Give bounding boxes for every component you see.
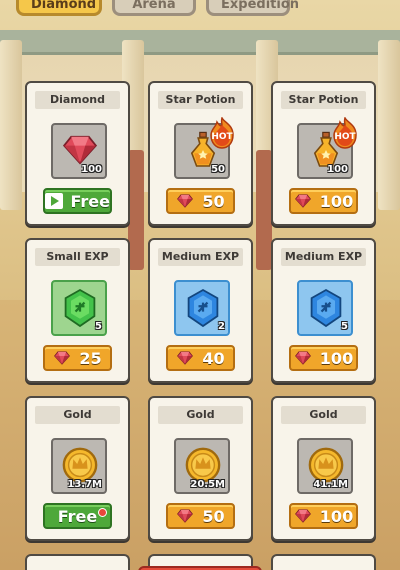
shop-card-diamond: Diamond 100 Free (25, 81, 130, 226)
background-column (378, 40, 400, 210)
card-title: Medium EXP (158, 248, 243, 266)
item-slot: 5 (51, 280, 107, 336)
tab-expedition[interactable]: Expedition (206, 0, 299, 16)
buy-button[interactable]: 50 (166, 503, 235, 529)
price-label: 100 (319, 348, 354, 368)
ruby-icon (53, 351, 71, 365)
button-label: Free (57, 506, 98, 526)
shop-card-gold: Gold 20.5M 50 (148, 396, 253, 541)
item-quantity: 13.7M (67, 479, 102, 490)
buy-button[interactable]: 25 (43, 345, 112, 371)
shop-card-medium-exp: Medium EXP 5 100 (271, 238, 376, 383)
item-quantity: 41.1M (313, 479, 348, 490)
shop-card-star-potion: Star Potion 50 HOT 50 (148, 81, 253, 226)
item-slot: 2 (174, 280, 230, 336)
item-slot: 13.7M (51, 438, 107, 494)
buy-button[interactable]: 50 (166, 188, 235, 214)
free-button[interactable]: Free (43, 503, 112, 529)
card-title: Star Potion (158, 91, 243, 109)
background-post (256, 150, 272, 270)
price-label: 100 (319, 506, 354, 526)
price-label: 100 (319, 191, 354, 211)
ruby-icon (176, 509, 194, 523)
item-quantity: 5 (95, 321, 102, 332)
card-title: Small EXP (35, 248, 120, 266)
tab-arena[interactable]: Arena (112, 0, 196, 16)
item-quantity: 5 (341, 321, 348, 332)
ruby-icon (294, 194, 312, 208)
hot-badge-label: HOT (334, 132, 356, 142)
shop-card-star-potion: Star Potion 100 HOT 100 (271, 81, 376, 226)
item-quantity: 2 (218, 321, 225, 332)
price-label: 50 (202, 191, 225, 211)
shop-card-gold: Gold 13.7M Free (25, 396, 130, 541)
shop-card-small-exp: Small EXP 5 25 (25, 238, 130, 383)
card-title: Gold (281, 406, 366, 424)
shop-card-gold: Gold 41.1M 100 (271, 396, 376, 541)
item-quantity: 100 (81, 164, 102, 175)
card-title: Star Potion (281, 91, 366, 109)
ruby-icon (62, 135, 98, 165)
shop-card-medium-exp: Medium EXP 2 40 (148, 238, 253, 383)
video-play-icon (45, 193, 63, 209)
ruby-icon (176, 351, 194, 365)
card-title: Medium EXP (281, 248, 366, 266)
item-quantity: 50 (211, 164, 225, 175)
item-slot: 5 (297, 280, 353, 336)
price-label: 50 (202, 506, 225, 526)
shop-card-partial (25, 554, 130, 570)
background-post (128, 150, 144, 270)
shop-card-partial (271, 554, 376, 570)
item-quantity: 20.5M (190, 479, 225, 490)
item-slot: 50 HOT (174, 123, 230, 179)
ruby-icon (294, 351, 312, 365)
item-slot: 100 (51, 123, 107, 179)
item-slot: 100 HOT (297, 123, 353, 179)
item-slot: 20.5M (174, 438, 230, 494)
background-band (0, 30, 400, 52)
notification-dot (98, 508, 107, 517)
ruby-icon (176, 194, 194, 208)
watch-ad-free-button[interactable]: Free (43, 188, 112, 214)
exp-gem-green-icon (62, 288, 98, 328)
exp-gem-blue-icon (308, 288, 344, 328)
price-label: 40 (202, 348, 225, 368)
price-label: 25 (79, 348, 102, 368)
buy-button[interactable]: 40 (166, 345, 235, 371)
ruby-icon (294, 509, 312, 523)
card-title: Gold (158, 406, 243, 424)
shop-tabs: Diamond Arena Expedition (16, 0, 299, 16)
hot-badge-icon: HOT (329, 117, 361, 149)
hot-badge-label: HOT (211, 132, 233, 142)
buy-button[interactable]: 100 (289, 188, 358, 214)
tab-diamond[interactable]: Diamond (16, 0, 102, 16)
item-slot: 41.1M (297, 438, 353, 494)
background-column (0, 40, 22, 210)
buy-button[interactable]: 100 (289, 503, 358, 529)
button-label: Free (70, 191, 111, 211)
card-title: Gold (35, 406, 120, 424)
buy-button[interactable]: 100 (289, 345, 358, 371)
card-title: Diamond (35, 91, 120, 109)
exp-gem-blue-icon (185, 288, 221, 328)
hot-badge-icon: HOT (206, 117, 238, 149)
bottom-action-button[interactable] (138, 566, 262, 570)
item-quantity: 100 (327, 164, 348, 175)
